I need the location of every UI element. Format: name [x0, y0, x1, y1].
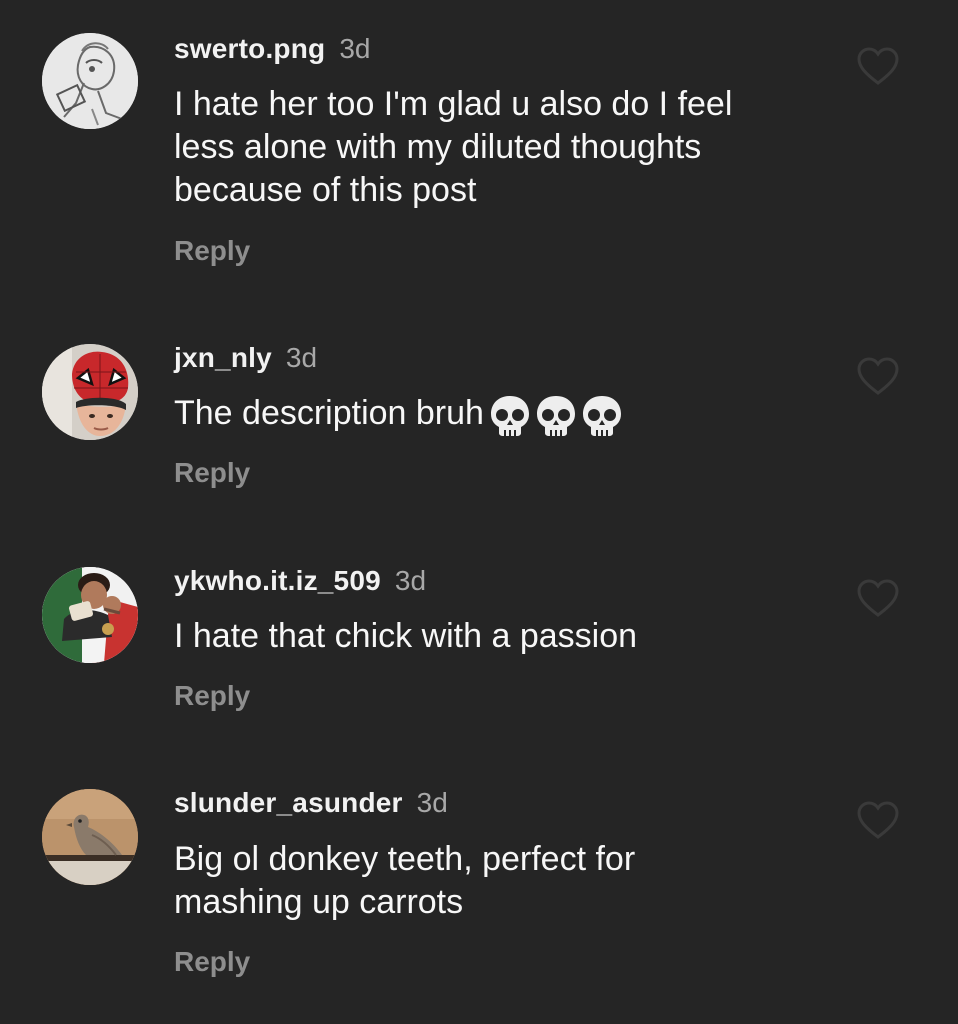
comment-text-line: Big ol donkey teeth, perfect for — [174, 840, 636, 878]
username[interactable]: swerto.png — [174, 33, 325, 64]
timestamp: 3d — [339, 33, 371, 64]
username[interactable]: ykwho.it.iz_509 — [174, 565, 381, 596]
heart-outline-icon — [857, 801, 899, 839]
comment-text-line: because of this post — [174, 171, 477, 209]
comment-meta: jxn_nly 3d — [174, 341, 317, 375]
comment-text-line: I hate that chick with a passion — [174, 617, 638, 655]
comment-meta: slunder_asunder 3d — [174, 786, 448, 820]
avatar[interactable] — [42, 789, 138, 885]
skull-emoji-group — [488, 392, 624, 438]
avatar[interactable] — [42, 33, 138, 129]
pigeon-avatar-icon — [42, 789, 138, 885]
comment-text: Big ol donkey teeth, perfect for mashing… — [174, 838, 854, 924]
comment-meta: ykwho.it.iz_509 3d — [174, 564, 426, 598]
like-button[interactable] — [856, 578, 900, 618]
spiderman-mask-avatar-icon — [42, 344, 138, 440]
timestamp: 3d — [285, 342, 318, 373]
reply-button[interactable]: Reply — [174, 456, 250, 490]
heart-outline-icon — [857, 357, 899, 395]
comment-text-line: less alone with my diluted thoughts — [174, 128, 702, 166]
comment-text-line: mashing up carrots — [174, 883, 464, 921]
comment-text: I hate that chick with a passion — [174, 615, 854, 658]
reply-button[interactable]: Reply — [174, 945, 250, 979]
heart-outline-icon — [857, 47, 899, 85]
username[interactable]: slunder_asunder — [174, 787, 403, 818]
comment-text: The description bruh — [174, 392, 854, 438]
comment-text: I hate her too I'm glad u also do I feel… — [174, 83, 854, 212]
heart-outline-icon — [857, 579, 899, 617]
comment-text-line: I hate her too I'm glad u also do I feel — [174, 85, 733, 123]
person-with-flag-avatar-icon — [42, 567, 138, 663]
like-button[interactable] — [856, 356, 900, 396]
avatar[interactable] — [42, 567, 138, 663]
skull-icon — [490, 396, 621, 437]
timestamp: 3d — [416, 787, 448, 818]
comment-meta: swerto.png 3d — [174, 32, 371, 66]
username[interactable]: jxn_nly — [174, 342, 272, 373]
reply-button[interactable]: Reply — [174, 679, 250, 713]
like-button[interactable] — [856, 46, 900, 86]
reply-button[interactable]: Reply — [174, 234, 250, 268]
avatar[interactable] — [42, 344, 138, 440]
comment-text-line: The description bruh — [174, 394, 484, 432]
cartoon-sketch-avatar-icon — [42, 33, 138, 129]
like-button[interactable] — [856, 800, 900, 840]
timestamp: 3d — [394, 565, 427, 596]
